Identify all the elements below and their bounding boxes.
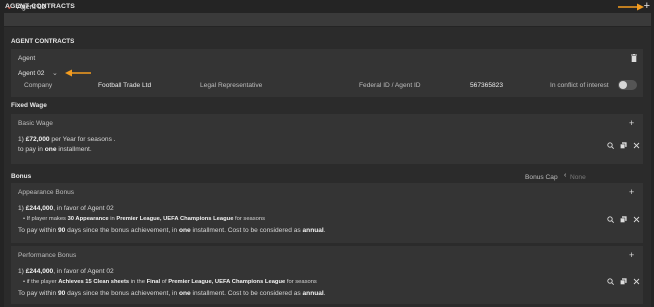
search-icon[interactable] — [607, 142, 615, 150]
close-icon[interactable] — [633, 216, 640, 223]
agent-card — [11, 49, 643, 97]
legal-representative-label: Legal Representative — [200, 82, 263, 89]
chevron-down-icon[interactable]: ⌄ — [52, 69, 58, 77]
basic-wage-title: Basic Wage — [18, 120, 53, 127]
search-icon[interactable] — [607, 278, 615, 286]
arrow-annotation-icon — [65, 69, 91, 77]
performance-bonus-payment-line: To pay within 90 days since the bonus ac… — [18, 290, 326, 297]
appearance-bonus-card — [11, 183, 643, 243]
agent-heading: Agent — [18, 55, 36, 62]
basic-wage-amount-line: 1) £72,000 per Year for seasons . — [18, 136, 116, 143]
add-basic-wage-plus-icon[interactable]: + — [629, 118, 634, 128]
add-appearance-bonus-plus-icon[interactable]: + — [629, 187, 634, 197]
trash-icon[interactable] — [631, 54, 637, 62]
chevron-left-icon[interactable]: ‹ — [564, 172, 566, 179]
add-contract-plus-icon[interactable]: + — [644, 0, 650, 12]
bonus-title: Bonus — [11, 173, 32, 180]
basic-wage-actions — [607, 142, 640, 150]
basic-wage-payment-line: to pay in one installment. — [18, 146, 92, 153]
copy-icon[interactable] — [620, 216, 627, 223]
bonus-cap-label: Bonus Cap — [525, 174, 558, 181]
appearance-bonus-title: Appearance Bonus — [18, 189, 75, 196]
arrow-annotation-icon — [618, 3, 644, 11]
federal-id-label: Federal ID / Agent ID — [359, 82, 421, 89]
close-icon[interactable] — [633, 278, 640, 285]
search-icon[interactable] — [607, 216, 615, 224]
chevron-down-icon[interactable]: ⌄ — [6, 2, 13, 11]
performance-bonus-actions — [607, 278, 640, 286]
add-performance-bonus-plus-icon[interactable]: + — [629, 250, 634, 260]
section-title: AGENT CONTRACTS — [11, 38, 75, 45]
close-icon[interactable] — [633, 142, 640, 149]
agent-select[interactable]: Agent 02 — [18, 70, 44, 77]
agent-accordion-header[interactable] — [4, 13, 651, 26]
conflict-of-interest-label: In conflict of interest — [550, 82, 609, 89]
copy-icon[interactable] — [620, 278, 627, 285]
performance-bonus-condition: • if the player Achieves 15 Clean sheets… — [23, 279, 317, 285]
company-value: Football Trade Ltd — [98, 82, 152, 89]
agent-accordion-label: Agent 02 — [17, 2, 46, 11]
performance-bonus-title: Performance Bonus — [18, 252, 77, 259]
federal-id-value: 567365823 — [470, 82, 504, 89]
appearance-bonus-actions — [607, 216, 640, 224]
appearance-bonus-payment-line: To pay within 90 days since the bonus ac… — [18, 227, 326, 234]
performance-bonus-amount-line: 1) £244,000, in favor of Agent 02 — [18, 268, 114, 275]
fixed-wage-title: Fixed Wage — [11, 102, 47, 109]
company-label: Company — [24, 82, 53, 89]
copy-icon[interactable] — [620, 142, 627, 149]
toggle-knob[interactable] — [619, 81, 627, 89]
appearance-bonus-amount-line: 1) £244,000, in favor of Agent 02 — [18, 205, 114, 212]
appearance-bonus-condition: • If player makes 30 Appearance in Premi… — [23, 216, 266, 222]
bonus-cap-input[interactable]: None — [570, 174, 586, 181]
